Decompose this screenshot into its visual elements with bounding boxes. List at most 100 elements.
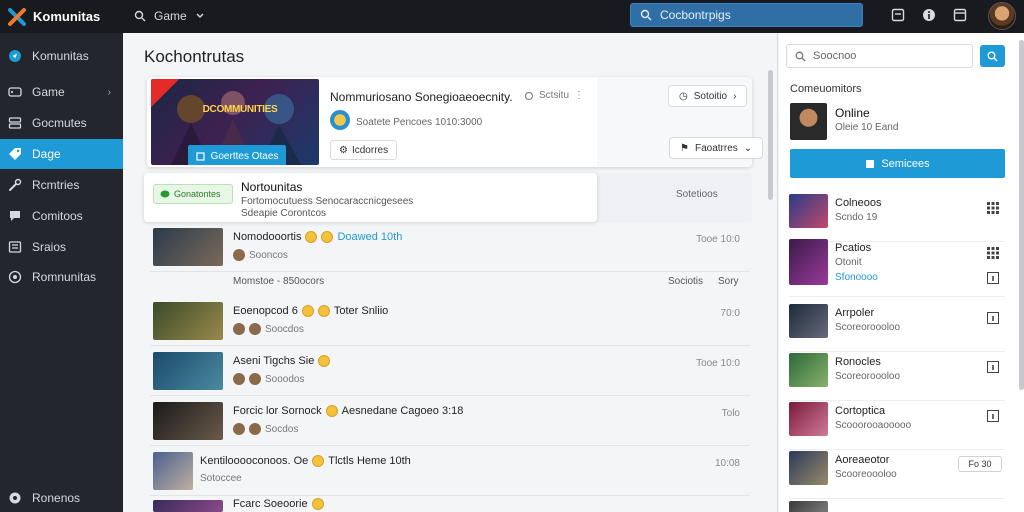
info-icon[interactable] [986, 271, 1000, 285]
feature-action-label: Icdorres [351, 144, 389, 156]
panel-list-item[interactable]: Arrpoler Scoreoroooloo [789, 302, 1005, 352]
search-icon [795, 51, 806, 61]
feature-meta: Sctsitu ⋮ [524, 90, 584, 101]
main-scrollbar[interactable] [768, 70, 773, 200]
feed-row[interactable]: Fcarc Soeoorie [150, 496, 750, 512]
panel-item-thumbnail [789, 239, 828, 285]
panel-scrollbar[interactable] [1019, 40, 1024, 390]
panel-item-name: Aoreaeotor [835, 454, 890, 466]
sidebar-item-comitoos[interactable]: Comitoos [0, 201, 123, 231]
feed-title: Fcarc Soeoorie [233, 498, 324, 510]
panel-item-thumbnail [789, 304, 828, 338]
sidebar-item-dage[interactable]: Dage [0, 139, 123, 169]
feed-row[interactable]: Nomodooortis Doawed 10th Sooncos Tooe 10:… [150, 224, 750, 272]
panel-list-item[interactable]: Aoreaeotor Scooreoooloo Fo 30 [789, 449, 1005, 499]
feature-pill-top[interactable]: ◷ Sotoitio › [668, 85, 748, 107]
inbox-icon[interactable] [890, 7, 906, 23]
feed-time: 10:08 [714, 458, 740, 469]
panel-primary-button[interactable]: Semicees [790, 149, 1005, 178]
panel-item-sub-link[interactable]: Sfonoooo [835, 272, 878, 283]
panel-item-sub: Otonit [835, 257, 862, 268]
panel-item-pill[interactable]: Fo 30 [958, 456, 1002, 472]
panel-item-sub: Scooreoooloo [835, 469, 897, 480]
panel-list-item[interactable] [789, 499, 1005, 512]
game-menu[interactable]: Game [134, 6, 205, 26]
panel-item-thumbnail [789, 194, 828, 228]
notice-badge-label: Gonatontes [174, 189, 221, 199]
banner-join-button[interactable]: Goerttes Otaes [188, 145, 286, 165]
sidebar-item-rcmtries[interactable]: Rcmtries [0, 170, 123, 200]
feed-time: 70:0 [720, 308, 740, 319]
feed-title: Nomodooortis Doawed 10th [233, 231, 403, 243]
panel-item-thumbnail [789, 353, 828, 387]
panel-list-item[interactable]: Colneoos Scndo 19 [789, 192, 1005, 242]
wrench-icon [8, 178, 22, 192]
info-icon[interactable] [986, 360, 1000, 374]
feature-avatar [330, 110, 350, 130]
emoji-icon [321, 231, 334, 243]
panel-list-item[interactable]: Cortoptica Scooorooaooooo [789, 400, 1005, 450]
storage-icon [8, 116, 22, 130]
feed-subtitle: Sooodos [233, 373, 304, 385]
sidebar-item-label: Sraios [32, 240, 67, 254]
featured-community-card[interactable]: DCOMMUNITIES Goerttes Otaes Nommuriosano… [147, 77, 752, 167]
feed-meta-left: Momstoe - 850ocors [233, 276, 325, 287]
panel-list-item[interactable]: Ronocles Scoreoroooloo [789, 351, 1005, 401]
online-user-status: Oleie 10 Eand [835, 122, 899, 133]
info-icon[interactable] [986, 409, 1000, 423]
more-icon[interactable]: ⋮ [574, 90, 584, 101]
info-icon[interactable] [986, 311, 1000, 325]
sidebar-item-label: Comitoos [32, 209, 83, 223]
app-logo[interactable]: Komunitas [0, 7, 124, 27]
feed-title: Kentilooooconoos. Oe Tlctls Heme 10th [200, 455, 411, 467]
feed-thumbnail [153, 228, 223, 266]
settings-icon [8, 491, 22, 505]
feed-thumbnail [153, 402, 223, 440]
sidebar-footer-item[interactable]: Ronenos [0, 483, 123, 512]
user-avatar[interactable] [988, 2, 1016, 30]
sidebar-item-game[interactable]: Game › [0, 77, 123, 107]
online-user-avatar[interactable] [790, 103, 827, 140]
panel-primary-label: Semicees [881, 157, 930, 170]
feed-row[interactable]: Eoenopcod 6 Toter Snliio Soocdos 70:0 [150, 298, 750, 346]
user-avatar [249, 323, 261, 335]
panel-item-name: Ronocles [835, 356, 881, 368]
top-bar: Komunitas Game Cocbontrpigs [0, 0, 1024, 33]
feed-row[interactable]: Aseni Tigchs Sie Sooodos Tooe 10:0 [150, 348, 750, 396]
notice-line: Fortomocutuess Senocaraccnicgesees [241, 196, 414, 207]
notice-card[interactable]: Gonatontes Nortounitas Fortomocutuess Se… [144, 173, 597, 222]
user-avatar [233, 423, 245, 435]
panel-item-thumbnail [789, 501, 828, 512]
panel-list-item[interactable]: Pcatios Otonit Sfonoooo [789, 237, 1005, 297]
global-search-input[interactable]: Cocbontrpigs [630, 3, 863, 27]
panel-item-sub: Scndo 19 [835, 212, 878, 223]
feed-row[interactable]: Forcic lor Sornock Aesnedane Cagoeo 3:18 … [150, 398, 750, 446]
emoji-icon [325, 405, 338, 417]
panel-item-name: Colneoos [835, 197, 882, 209]
window-icon[interactable] [952, 7, 968, 23]
notice-title: Nortounitas [241, 180, 303, 194]
info-icon[interactable] [921, 7, 937, 23]
grid-icon[interactable] [986, 201, 1000, 215]
user-avatar [249, 373, 261, 385]
featured-banner-image: DCOMMUNITIES Goerttes Otaes [151, 79, 319, 165]
panel-search-input[interactable]: Soocnoo [786, 44, 973, 68]
sidebar-item-label: Game [32, 85, 65, 99]
panel-search-placeholder: Soocnoo [813, 50, 857, 62]
grid-icon[interactable] [986, 246, 1000, 260]
sidebar-item-gocmutes[interactable]: Gocmutes [0, 108, 123, 138]
notice-text: Fortomocutuess Senocaraccnicgesees Sdeap… [241, 196, 413, 220]
sidebar-item-sraios[interactable]: Sraios [0, 232, 123, 262]
sidebar-item-romnunitas[interactable]: Romnunitas [0, 262, 123, 292]
feed-row[interactable]: Kentilooooconoos. Oe Tlctls Heme 10th Sot… [150, 448, 750, 496]
gamepad-icon [8, 85, 22, 99]
feature-meta-label: Sctsitu [539, 90, 570, 101]
feature-pill-bottom[interactable]: ⚑ Faoatrres ⌄ [669, 137, 764, 159]
sidebar-item-komunitas[interactable]: Komunitas [0, 41, 123, 71]
online-user-name: Online [835, 106, 870, 120]
panel-search-button[interactable] [980, 45, 1005, 67]
search-icon [134, 10, 146, 22]
emoji-icon [317, 305, 330, 317]
sidebar-footer-label: Ronenos [32, 491, 81, 505]
feature-action-button[interactable]: ⚙ Icdorres [330, 140, 398, 160]
